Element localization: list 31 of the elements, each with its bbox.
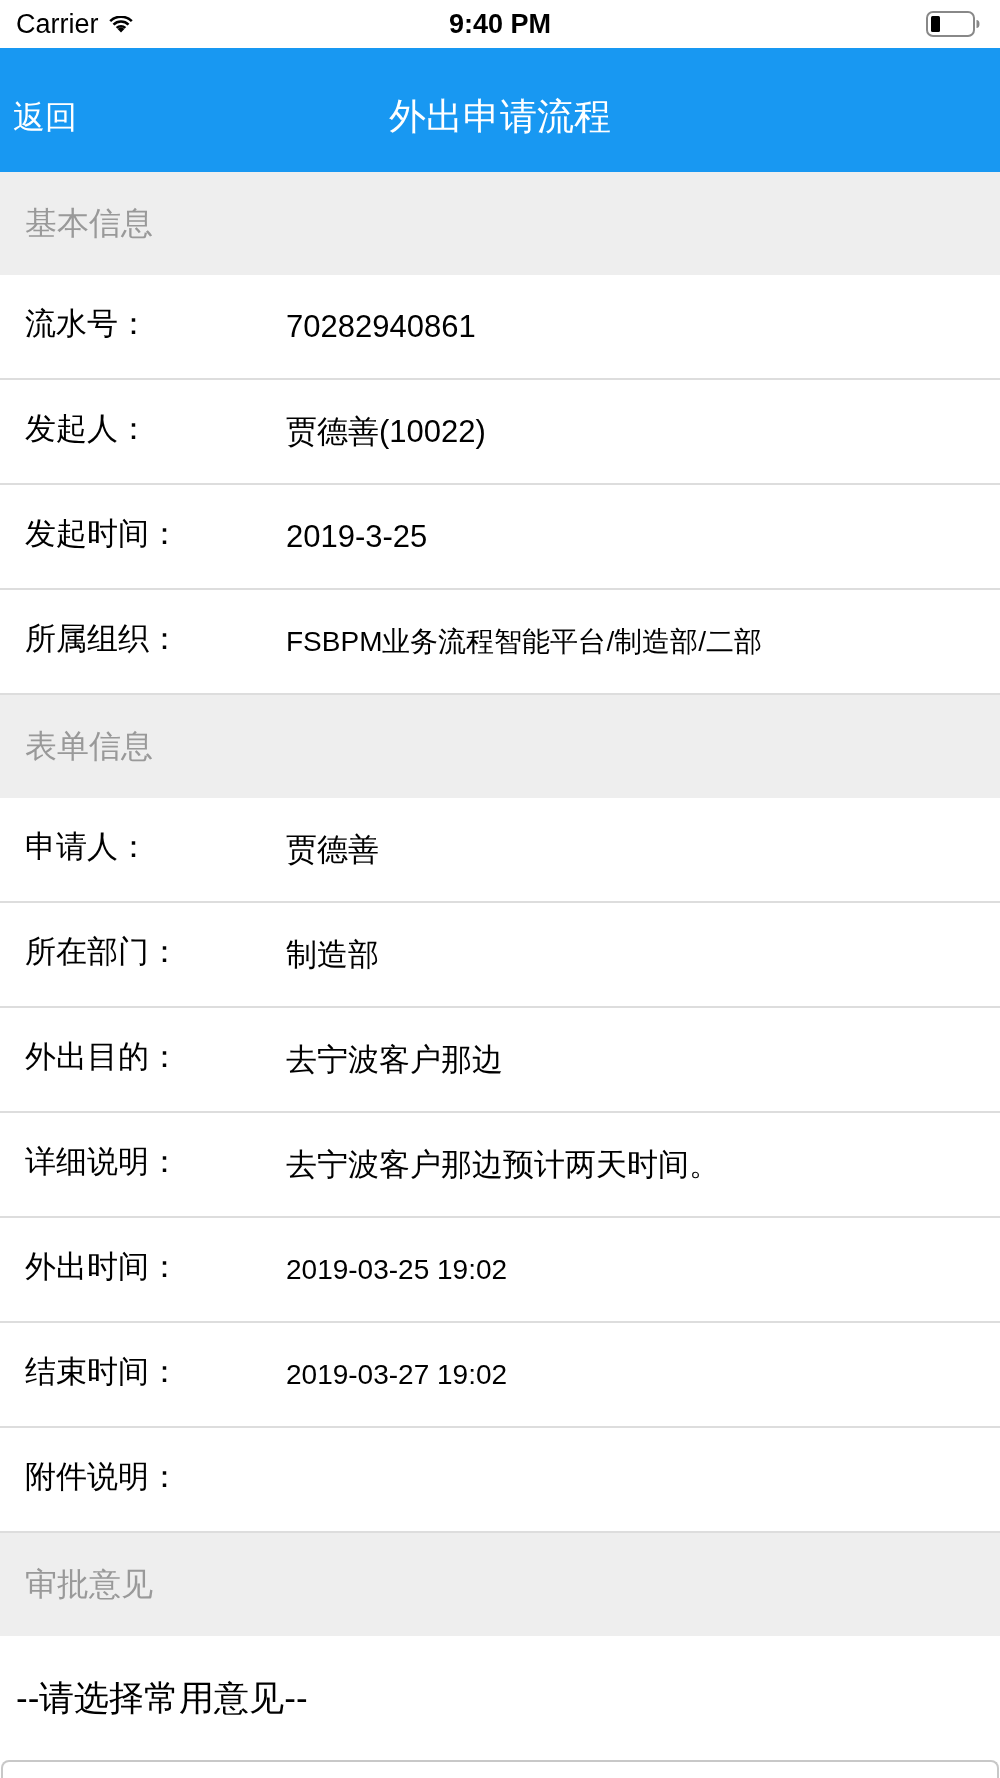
field-value: FSBPM业务流程智能平台/制造部/二部 [286, 624, 762, 659]
opinion-select[interactable]: --请选择常用意见-- [16, 1677, 308, 1719]
field-label: 流水号： [25, 304, 150, 343]
section-title: 基本信息 [25, 204, 153, 243]
field-label: 外出目的： [25, 1037, 181, 1076]
field-value: 2019-03-27 19:02 [286, 1357, 508, 1392]
field-value: 去宁波客户那边预计两天时间。 [286, 1145, 720, 1184]
field-value: 贾德善(10022) [286, 412, 486, 451]
field-label: 所属组织： [25, 619, 181, 658]
battery-icon [926, 11, 980, 37]
field-label: 申请人： [25, 827, 150, 866]
wifi-icon [108, 15, 133, 33]
field-value: 70282940861 [286, 307, 476, 346]
field-label: 详细说明： [25, 1142, 181, 1181]
page-title: 外出申请流程 [389, 94, 611, 139]
field-value: 制造部 [286, 935, 379, 974]
carrier-label: Carrier [16, 10, 99, 38]
opinion-text-field[interactable] [1, 1760, 999, 1778]
field-label: 附件说明： [25, 1457, 181, 1496]
clock-time: 9:40 PM [448, 10, 551, 38]
field-label: 发起时间： [25, 514, 181, 553]
field-label: 所在部门： [25, 932, 181, 971]
field-value: 贾德善 [286, 830, 379, 869]
field-label: 结束时间： [25, 1352, 181, 1391]
section-title: 表单信息 [25, 727, 153, 766]
field-label: 外出时间： [25, 1247, 181, 1286]
field-value: 去宁波客户那边 [286, 1040, 503, 1079]
field-label: 发起人： [25, 409, 150, 448]
section-title: 审批意见 [25, 1565, 153, 1604]
field-value: 2019-03-25 19:02 [286, 1252, 508, 1287]
field-value: 2019-3-25 [286, 517, 428, 556]
